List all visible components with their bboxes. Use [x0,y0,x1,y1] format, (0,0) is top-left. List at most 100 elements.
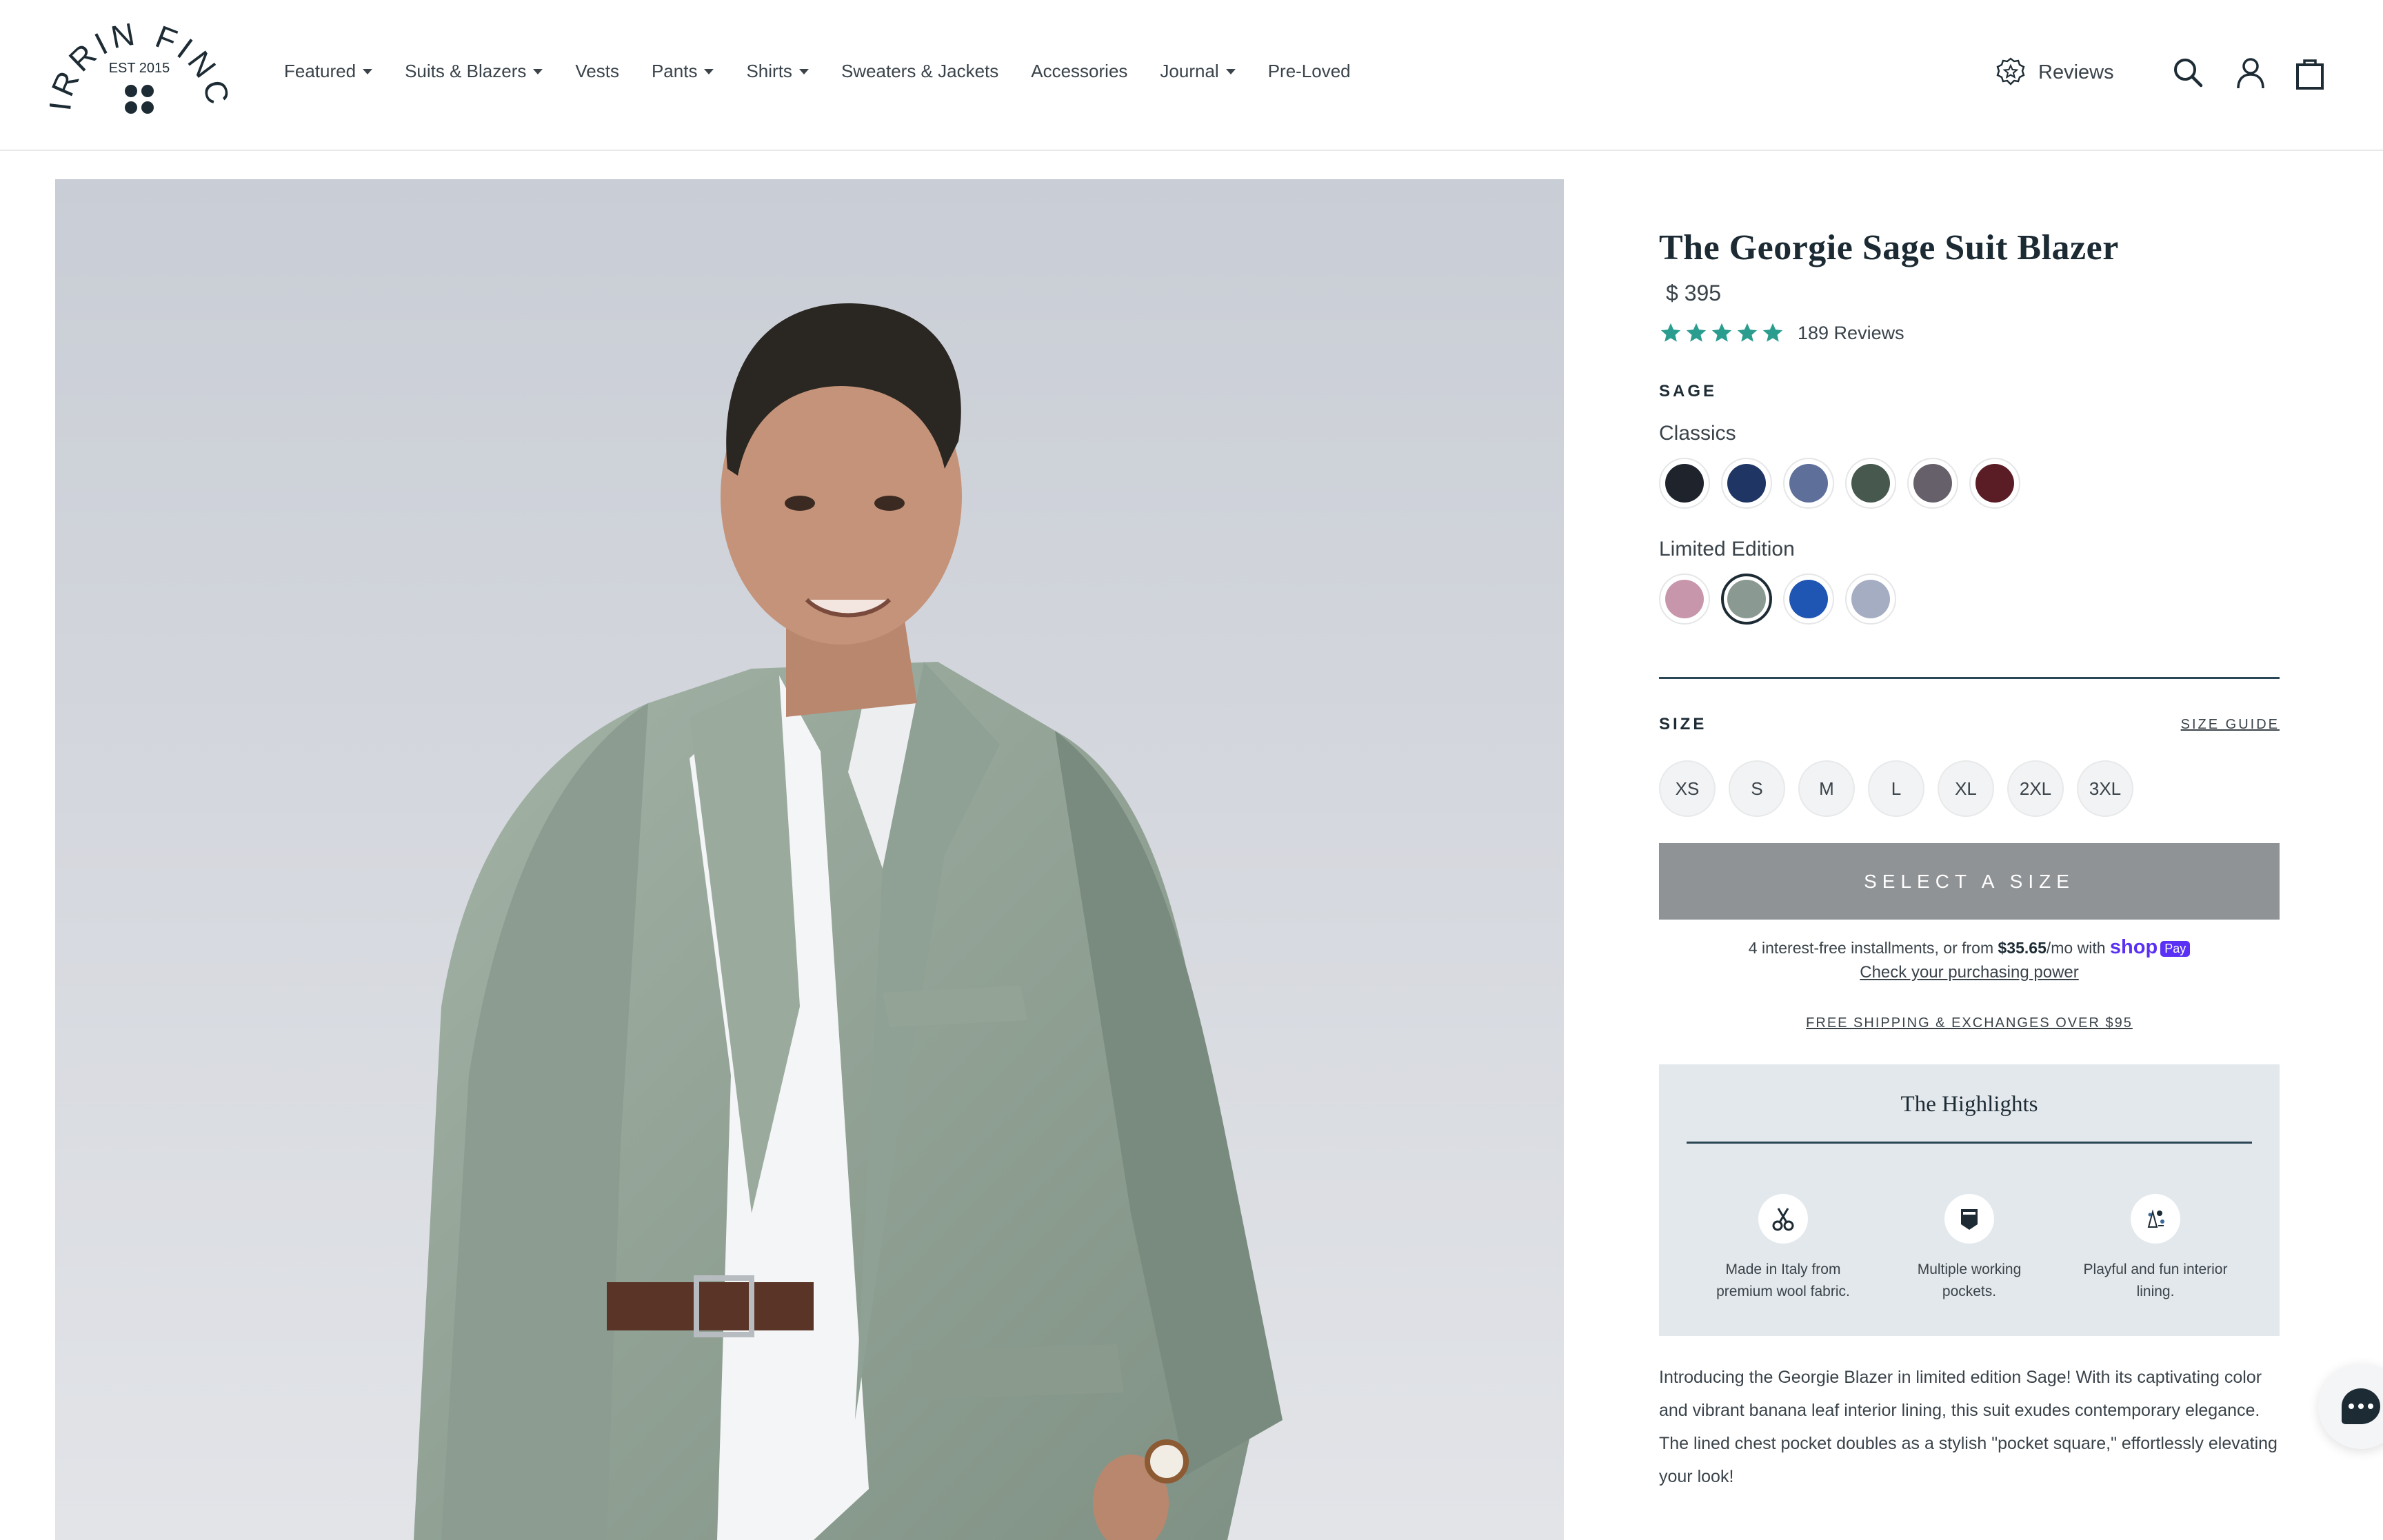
account-icon[interactable] [2233,55,2269,91]
highlight-item: Multiple working pockets. [1893,1194,2045,1303]
nav-label: Pants [651,61,698,81]
search-icon[interactable] [2171,55,2206,91]
add-to-cart-button[interactable]: SELECT A SIZE [1659,843,2280,920]
nav-item-vests[interactable]: Vests [575,61,619,82]
color-swatch-selected[interactable] [1721,574,1772,625]
nav-label: Vests [575,61,619,81]
size-button-l[interactable]: L [1868,760,1924,817]
nav-item-accessories[interactable]: Accessories [1031,61,1127,82]
installments-amount: $35.65 [1998,939,2047,957]
svg-text:EST 2015: EST 2015 [109,61,170,76]
product-price: $ 395 [1666,281,1722,305]
swatch-dot [1665,580,1704,618]
star-icon [1711,323,1732,342]
free-shipping-link[interactable]: FREE SHIPPING & EXCHANGES OVER $95 [1659,1015,2280,1031]
main-nav: Featured Suits & Blazers Vests Pants Shi… [284,61,1383,82]
size-button-xs[interactable]: XS [1659,760,1716,817]
chat-button[interactable] [2318,1364,2383,1449]
nav-item-suits-blazers[interactable]: Suits & Blazers [405,61,543,82]
chevron-down-icon [798,68,809,74]
highlight-text: Made in Italy from premium wool fabric. [1716,1262,1850,1299]
nav-label: Sweaters & Jackets [841,61,999,81]
star-icon [1737,323,1758,342]
product-rating[interactable]: 189 Reviews [1659,321,2280,345]
chevron-down-icon [533,68,543,74]
highlight-text: Playful and fun interior lining. [2083,1262,2228,1299]
product-description: Introducing the Georgie Blazer in limite… [1659,1368,2278,1486]
nav-item-shirts[interactable]: Shirts [746,61,809,82]
size-options: XS S M L XL 2XL 3XL [1659,760,2280,817]
color-swatch[interactable] [1845,574,1896,625]
cart-icon[interactable] [2292,55,2328,91]
highlights-title: The Highlights [1900,1092,2038,1117]
swatch-dot [1975,464,2014,503]
color-swatch[interactable] [1659,574,1710,625]
color-swatch[interactable] [1907,458,1958,509]
color-group-classics-label: Classics [1659,422,1736,445]
pocket-icon [1944,1194,1994,1244]
product-info: The Georgie Sage Suit Blazer $ 395 189 R… [1659,227,2280,1493]
color-swatch[interactable] [1659,458,1710,509]
nav-label: Accessories [1031,61,1128,81]
highlights-panel: The Highlights Made in Italy from premiu… [1659,1064,2280,1336]
scissors-icon [1758,1194,1808,1244]
review-count-link[interactable]: 189 Reviews [1798,323,1904,344]
installments-suffix: /mo with [2046,939,2110,957]
nav-label: Featured [284,61,356,81]
reviews-link[interactable]: Reviews [1995,57,2114,88]
size-button-m[interactable]: M [1798,760,1855,817]
highlight-item: Playful and fun interior lining. [2080,1194,2231,1303]
color-swatches-classics [1659,458,2280,509]
nav-item-featured[interactable]: Featured [284,61,373,82]
reviews-link-label: Reviews [2038,61,2114,83]
size-header: SIZE SIZE GUIDE [1659,715,2280,734]
nav-item-pre-loved[interactable]: Pre-Loved [1268,61,1351,82]
chevron-down-icon [704,68,714,74]
product-image[interactable] [55,179,1564,1540]
swatch-dot [1727,464,1766,503]
color-swatch[interactable] [1721,458,1772,509]
star-icon [1660,323,1681,342]
chevron-down-icon [363,68,373,74]
highlight-item: Made in Italy from premium wool fabric. [1707,1194,1859,1303]
nav-label: Suits & Blazers [405,61,527,81]
installments-text: 4 interest-free installments, or from $3… [1659,936,2280,959]
product-title: The Georgie Sage Suit Blazer [1659,228,2119,267]
color-swatch[interactable] [1969,458,2020,509]
lining-icon [2131,1194,2180,1244]
nav-item-pants[interactable]: Pants [652,61,714,82]
size-button-xl[interactable]: XL [1938,760,1994,817]
brand-logo[interactable]: KIRRIN FINCH EST 2015 [36,0,233,131]
nav-label: Shirts [746,61,792,81]
swatch-dot [1665,464,1704,503]
size-guide-link[interactable]: SIZE GUIDE [2181,717,2280,733]
star-icon [1686,323,1707,342]
swatch-dot [1851,580,1890,618]
size-button-3xl[interactable]: 3XL [2077,760,2133,817]
installments-prefix: 4 interest-free installments, or from [1748,939,1998,957]
color-label: SAGE [1659,382,1718,401]
chevron-down-icon [1225,68,1236,74]
nav-label: Journal [1160,61,1219,81]
shop-pay-badge: Pay [2160,941,2191,958]
color-group-limited-label: Limited Edition [1659,538,1795,560]
color-swatch[interactable] [1783,458,1834,509]
shop-pay-logo: shop [2109,936,2158,958]
nav-item-sweaters-jackets[interactable]: Sweaters & Jackets [841,61,998,82]
review-badge-icon [1996,57,2025,85]
color-swatches-limited [1659,574,2280,625]
color-swatch[interactable] [1783,574,1834,625]
swatch-dot [1913,464,1952,503]
section-divider [1659,677,2280,679]
rating-stars [1659,321,1787,345]
highlights-divider [1687,1142,2252,1144]
swatch-dot [1851,464,1890,503]
size-button-2xl[interactable]: 2XL [2007,760,2064,817]
model-photo [55,179,1564,1540]
chat-bubble-icon [2342,1388,2380,1424]
nav-item-journal[interactable]: Journal [1160,61,1236,82]
purchasing-power-link[interactable]: Check your purchasing power [1659,963,2280,982]
size-button-s[interactable]: S [1729,760,1785,817]
color-swatch[interactable] [1845,458,1896,509]
swatch-dot [1789,464,1828,503]
